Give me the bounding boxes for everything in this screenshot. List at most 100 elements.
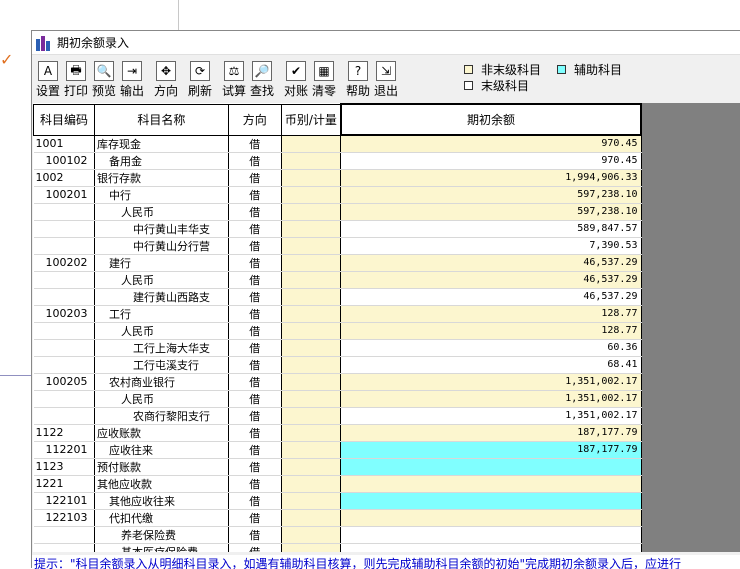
- table-row[interactable]: 建行黄山西路支借 46,537.29: [33, 288, 642, 306]
- cell-opening-balance[interactable]: [340, 526, 642, 544]
- header-direction[interactable]: 方向: [227, 103, 282, 136]
- cell-opening-balance[interactable]: 46,537.29: [340, 271, 642, 289]
- cell-currency[interactable]: [281, 458, 342, 476]
- cell-currency[interactable]: [281, 424, 342, 442]
- table-row[interactable]: 1123 预付账款借: [33, 458, 642, 476]
- cell-opening-balance[interactable]: [340, 543, 642, 552]
- table-row[interactable]: 养老保险费借: [33, 526, 642, 544]
- cell-currency[interactable]: [281, 169, 342, 187]
- direction-button[interactable]: ✥ 方向: [152, 57, 180, 99]
- header-code[interactable]: 科目编码: [33, 103, 95, 136]
- table-row[interactable]: 农商行黎阳支行借 1,351,002.17: [33, 407, 642, 425]
- print-button[interactable]: 🖶 打印: [62, 57, 90, 99]
- table-row[interactable]: 工行上海大华支借 60.36: [33, 339, 642, 357]
- cell-currency[interactable]: [281, 237, 342, 255]
- cell-opening-balance[interactable]: 46,537.29: [340, 254, 642, 272]
- cell-currency[interactable]: [281, 373, 342, 391]
- table-row[interactable]: 1002 银行存款借 1,994,906.33: [33, 169, 642, 187]
- cell-currency[interactable]: [281, 526, 342, 544]
- cell-code: 1002: [33, 169, 95, 187]
- cell-opening-balance[interactable]: [340, 492, 642, 510]
- table-row[interactable]: 100202 建行借 46,537.29: [33, 254, 642, 272]
- cell-currency[interactable]: [281, 186, 342, 204]
- refresh-icon: ⟳: [190, 61, 210, 81]
- cell-name: 应收账款: [94, 424, 229, 442]
- table-row[interactable]: 中行黄山分行营借 7,390.53: [33, 237, 642, 255]
- table-row[interactable]: 100102 备用金借 970.45: [33, 152, 642, 170]
- cell-currency[interactable]: [281, 356, 342, 374]
- cell-opening-balance[interactable]: 60.36: [340, 339, 642, 357]
- cell-opening-balance[interactable]: [340, 475, 642, 493]
- cell-opening-balance[interactable]: 970.45: [340, 135, 642, 153]
- preview-button[interactable]: 🔍 预览: [90, 57, 118, 99]
- find-button[interactable]: 🔎 查找: [248, 57, 276, 99]
- table-row[interactable]: 122103 代扣代缴借: [33, 509, 642, 527]
- cell-opening-balance[interactable]: 970.45: [340, 152, 642, 170]
- cell-opening-balance[interactable]: 1,351,002.17: [340, 390, 642, 408]
- header-currency[interactable]: 币别/计量: [280, 103, 342, 136]
- cell-opening-balance[interactable]: 1,994,906.33: [340, 169, 642, 187]
- cell-opening-balance[interactable]: [340, 509, 642, 527]
- table-row[interactable]: 1221 其他应收款借: [33, 475, 642, 493]
- exit-button[interactable]: ⇲ 退出: [372, 57, 400, 99]
- cell-currency[interactable]: [281, 203, 342, 221]
- table-row[interactable]: 1001 库存现金借 970.45: [33, 135, 642, 153]
- reconcile-button[interactable]: ✔ 对账: [282, 57, 310, 99]
- settings-button[interactable]: A 设置: [34, 57, 62, 99]
- cell-currency[interactable]: [281, 390, 342, 408]
- cell-currency[interactable]: [281, 441, 342, 459]
- table-row[interactable]: 100205 农村商业银行借 1,351,002.17: [33, 373, 642, 391]
- clear-button[interactable]: ▦ 清零: [310, 57, 338, 99]
- cell-opening-balance[interactable]: 68.41: [340, 356, 642, 374]
- cell-opening-balance[interactable]: 1,351,002.17: [340, 407, 642, 425]
- table-row[interactable]: 人民币借 46,537.29: [33, 271, 642, 289]
- table-row[interactable]: 人民币借 597,238.10: [33, 203, 642, 221]
- table-row[interactable]: 100203 工行借 128.77: [33, 305, 642, 323]
- cell-opening-balance[interactable]: 597,238.10: [340, 186, 642, 204]
- help-button[interactable]: ? 帮助: [344, 57, 372, 99]
- cell-code: 100201: [33, 186, 95, 204]
- cell-currency[interactable]: [281, 339, 342, 357]
- cell-currency[interactable]: [281, 220, 342, 238]
- cell-opening-balance[interactable]: 597,238.10: [340, 203, 642, 221]
- table-row[interactable]: 工行屯溪支行借 68.41: [33, 356, 642, 374]
- table-row[interactable]: 122101 其他应收往来借: [33, 492, 642, 510]
- cell-currency[interactable]: [281, 152, 342, 170]
- cell-currency[interactable]: [281, 254, 342, 272]
- export-button[interactable]: ⇥ 输出: [118, 57, 146, 99]
- cell-currency[interactable]: [281, 543, 342, 552]
- cell-direction: 借: [228, 526, 282, 544]
- cell-opening-balance[interactable]: [340, 458, 642, 476]
- table-row[interactable]: 100201 中行借 597,238.10: [33, 186, 642, 204]
- cell-opening-balance[interactable]: 128.77: [340, 305, 642, 323]
- cell-currency[interactable]: [281, 135, 342, 153]
- cell-currency[interactable]: [281, 509, 342, 527]
- cell-opening-balance[interactable]: 128.77: [340, 322, 642, 340]
- cell-opening-balance[interactable]: 1,351,002.17: [340, 373, 642, 391]
- cell-opening-balance[interactable]: 589,847.57: [340, 220, 642, 238]
- table-row[interactable]: 基本医疗保险费借: [33, 543, 642, 552]
- cell-currency[interactable]: [281, 288, 342, 306]
- cell-currency[interactable]: [281, 271, 342, 289]
- cell-currency[interactable]: [281, 475, 342, 493]
- table-row[interactable]: 1122 应收账款借 187,177.79: [33, 424, 642, 442]
- cell-direction: 借: [228, 356, 282, 374]
- cell-opening-balance[interactable]: 7,390.53: [340, 237, 642, 255]
- balance-grid[interactable]: 科目编码 科目名称 方向 币别/计量 期初余额 1001 库存现金借 970.45 1…: [33, 103, 642, 552]
- cell-currency[interactable]: [281, 407, 342, 425]
- cell-opening-balance[interactable]: 187,177.79: [340, 441, 642, 459]
- cell-currency[interactable]: [281, 322, 342, 340]
- cell-currency[interactable]: [281, 492, 342, 510]
- header-opening-balance[interactable]: 期初余额: [339, 103, 642, 136]
- trial-balance-button[interactable]: ⚖ 试算: [220, 57, 248, 99]
- table-row[interactable]: 人民币借 1,351,002.17: [33, 390, 642, 408]
- table-row[interactable]: 112201 应收往来借 187,177.79: [33, 441, 642, 459]
- cell-code: 122101: [33, 492, 95, 510]
- cell-opening-balance[interactable]: 46,537.29: [340, 288, 642, 306]
- cell-opening-balance[interactable]: 187,177.79: [340, 424, 642, 442]
- table-row[interactable]: 人民币借 128.77: [33, 322, 642, 340]
- cell-currency[interactable]: [281, 305, 342, 323]
- header-name[interactable]: 科目名称: [93, 103, 229, 136]
- refresh-button[interactable]: ⟳ 刷新: [186, 57, 214, 99]
- table-row[interactable]: 中行黄山丰华支借 589,847.57: [33, 220, 642, 238]
